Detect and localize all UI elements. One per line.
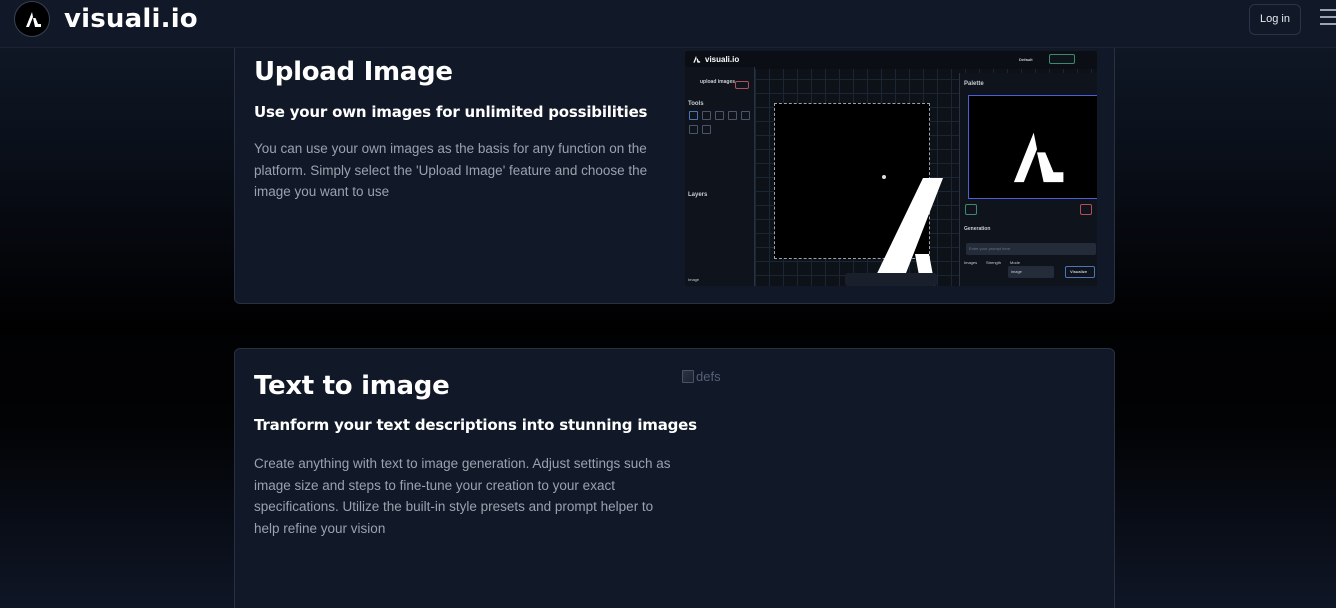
tool-brush-icon [702,111,711,120]
preview-tools-label: Tools [688,101,704,107]
tool-eraser-icon [715,111,724,120]
preview-images-label: Images [964,260,978,265]
preview-mode-select: image [1008,266,1054,278]
preview-generation-label: Generation [964,226,991,232]
preview-logo-icon [693,55,701,63]
broken-image-placeholder: defs [682,367,722,385]
preview-visualize-button: Visualize [1065,266,1095,278]
preview-new-button [735,81,749,89]
preview-strength-label: Strength [986,260,1002,265]
hamburger-menu-icon[interactable] [1320,9,1336,29]
preview-canvas [774,103,943,286]
visuali-logo-icon[interactable] [14,1,50,37]
preview-prompt-input: Enter your prompt here [966,243,1096,255]
site-header: visuali.io Log in [0,0,1336,48]
canvas-logo-shape-icon [871,178,943,286]
login-button[interactable]: Log in [1249,4,1301,35]
preview-menu-button [1049,54,1075,64]
palette-delete-icon [1080,204,1092,215]
preview-palette-image [968,95,1097,199]
feature-title: Text to image [254,371,450,401]
feature-subtitle: Tranform your text descriptions into stu… [254,416,697,434]
preview-palette-label: Palette [964,81,984,87]
feature-card-text-to-image: Text to image Tranform your text descrip… [234,348,1115,608]
preview-mode-label: Mode [1010,260,1021,265]
preview-mode-value: image [1011,269,1022,274]
broken-image-icon [682,369,694,383]
tool-text-icon [702,125,711,134]
tool-shape-icon [689,125,698,134]
palette-logo-icon [1013,132,1064,183]
preview-upload-label: upload images [700,79,736,85]
feature-description: You can use your own images as the basis… [254,141,648,200]
tool-select-icon [689,111,698,120]
image-alt-text: defs [696,368,721,384]
preview-layers-label: Layers [688,192,708,198]
feature-title: Upload Image [254,57,453,87]
preview-left-panel: upload images Tools Layers Image [685,67,755,286]
preview-prompt-placeholder: Enter your prompt here [969,246,1011,251]
preview-zoom-bar [845,273,937,286]
upload-image-preview: visuali.io Default upload images Tools L… [685,51,1097,286]
preview-right-panel: Palette Generation Enter your prompt her… [959,73,1097,286]
tool-pen-icon [728,111,737,120]
preview-default-label: Default [1019,57,1033,62]
preview-app-name: visuali.io [705,55,740,64]
preview-visualize-label: Visualize [1070,269,1088,274]
feature-description: Create anything with text to image gener… [254,456,671,537]
brand-name[interactable]: visuali.io [64,4,198,34]
tool-fill-icon [741,111,750,120]
palette-edit-icon [965,204,977,215]
feature-subtitle: Use your own images for unlimited possib… [254,103,648,121]
preview-image-label: Image [688,277,700,282]
feature-card-upload-image: Upload Image Use your own images for unl… [234,44,1115,304]
